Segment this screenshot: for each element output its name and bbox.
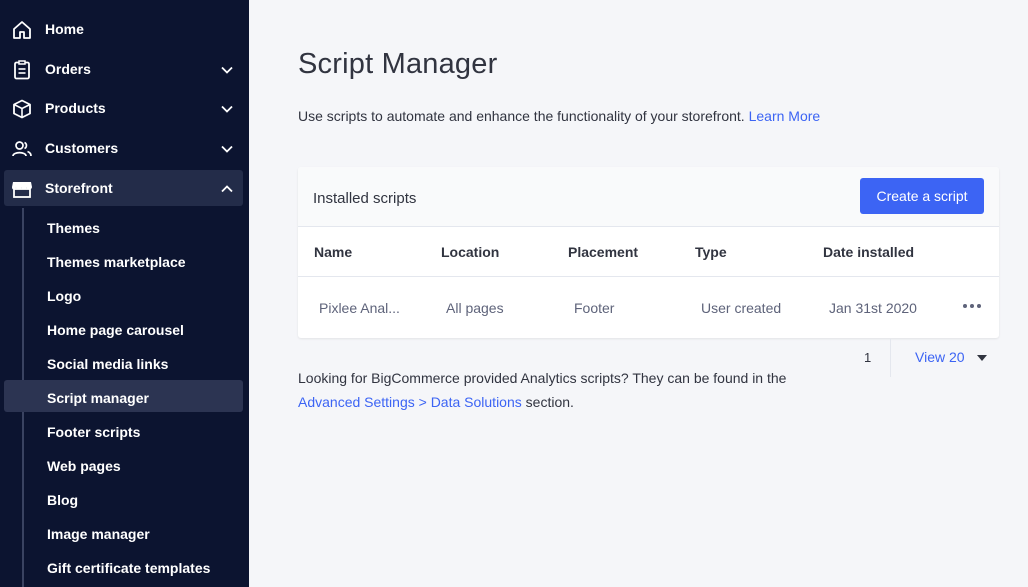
sidebar-item-label: Script manager bbox=[47, 390, 149, 406]
sidebar-item-label: Blog bbox=[47, 492, 79, 508]
nav-item-orders[interactable]: Orders bbox=[0, 51, 249, 87]
customers-icon bbox=[12, 141, 32, 157]
nav-label-orders: Orders bbox=[45, 61, 91, 77]
table-header: Name Location Placement Type Date instal… bbox=[298, 228, 999, 277]
sidebar-item-gift-certificate-templates[interactable]: Gift certificate templates bbox=[0, 552, 249, 584]
sidebar-item-label: Home page carousel bbox=[47, 322, 184, 338]
sidebar: Home Orders Products Customers Storefron… bbox=[0, 0, 249, 587]
column-header-type[interactable]: Type bbox=[695, 244, 727, 260]
sidebar-item-logo[interactable]: Logo bbox=[0, 280, 249, 312]
sidebar-item-label: Themes bbox=[47, 220, 100, 236]
nav-label-storefront: Storefront bbox=[45, 180, 113, 196]
chevron-down-icon bbox=[221, 145, 233, 153]
cell-date-installed: Jan 31st 2020 bbox=[829, 300, 917, 316]
column-header-placement[interactable]: Placement bbox=[568, 244, 638, 260]
sidebar-item-label: Social media links bbox=[47, 356, 169, 372]
panel-title: Installed scripts bbox=[313, 190, 417, 207]
nav-item-products[interactable]: Products bbox=[0, 90, 249, 126]
sidebar-item-blog[interactable]: Blog bbox=[0, 484, 249, 516]
data-solutions-link[interactable]: Advanced Settings > Data Solutions bbox=[298, 394, 522, 410]
chevron-down-icon bbox=[221, 105, 233, 113]
table-row[interactable]: Pixlee Anal... All pages Footer User cre… bbox=[298, 278, 999, 338]
cell-location: All pages bbox=[446, 300, 504, 316]
column-header-name[interactable]: Name bbox=[314, 244, 352, 260]
nav-item-home[interactable]: Home bbox=[0, 11, 249, 47]
sidebar-item-label: Web pages bbox=[47, 458, 121, 474]
cell-name[interactable]: Pixlee Anal... bbox=[319, 300, 400, 316]
pagination-divider bbox=[890, 339, 891, 377]
caret-down-icon[interactable] bbox=[977, 355, 987, 361]
page-description: Use scripts to automate and enhance the … bbox=[298, 108, 820, 124]
sidebar-item-script-manager[interactable]: Script manager bbox=[4, 380, 243, 412]
sidebar-item-social-media-links[interactable]: Social media links bbox=[0, 348, 249, 380]
installed-scripts-panel: Installed scripts Create a script Name L… bbox=[298, 167, 999, 338]
intro-text: Use scripts to automate and enhance the … bbox=[298, 108, 745, 124]
sidebar-item-label: Themes marketplace bbox=[47, 254, 186, 270]
sidebar-item-label: Gift certificate templates bbox=[47, 560, 211, 576]
products-icon bbox=[13, 99, 31, 119]
sidebar-item-themes-marketplace[interactable]: Themes marketplace bbox=[0, 246, 249, 278]
cell-type: User created bbox=[701, 300, 782, 316]
chevron-up-icon bbox=[221, 185, 233, 193]
nav-label-home: Home bbox=[45, 21, 84, 37]
cell-placement: Footer bbox=[574, 300, 615, 316]
learn-more-link[interactable]: Learn More bbox=[749, 108, 821, 124]
sidebar-item-label: Footer scripts bbox=[47, 424, 141, 440]
sidebar-item-label: Logo bbox=[47, 288, 82, 304]
sidebar-item-footer-scripts[interactable]: Footer scripts bbox=[0, 416, 249, 448]
sidebar-item-themes[interactable]: Themes bbox=[0, 212, 249, 244]
column-header-date-installed[interactable]: Date installed bbox=[823, 244, 914, 260]
create-script-button[interactable]: Create a script bbox=[860, 178, 984, 214]
chevron-down-icon bbox=[221, 66, 233, 74]
page-title: Script Manager bbox=[298, 48, 498, 80]
note-text: Looking for BigCommerce provided Analyti… bbox=[298, 370, 787, 386]
orders-icon bbox=[14, 60, 30, 80]
sidebar-item-label: Image manager bbox=[47, 526, 150, 542]
per-page-select[interactable]: View 20 bbox=[915, 349, 965, 365]
column-header-location[interactable]: Location bbox=[441, 244, 499, 260]
more-actions-icon[interactable] bbox=[960, 296, 984, 316]
sidebar-item-image-manager[interactable]: Image manager bbox=[0, 518, 249, 550]
home-icon bbox=[13, 21, 31, 39]
analytics-note: Looking for BigCommerce provided Analyti… bbox=[298, 366, 818, 414]
nav-label-products: Products bbox=[45, 100, 106, 116]
panel-header: Installed scripts Create a script bbox=[298, 167, 999, 227]
nav-item-customers[interactable]: Customers bbox=[0, 130, 249, 166]
nav-item-storefront[interactable]: Storefront bbox=[4, 170, 243, 206]
storefront-icon bbox=[12, 182, 32, 198]
note-tail: section. bbox=[525, 394, 574, 410]
sidebar-item-home-page-carousel[interactable]: Home page carousel bbox=[0, 314, 249, 346]
sidebar-item-web-pages[interactable]: Web pages bbox=[0, 450, 249, 482]
pagination-current-page[interactable]: 1 bbox=[864, 350, 871, 365]
nav-label-customers: Customers bbox=[45, 140, 119, 156]
